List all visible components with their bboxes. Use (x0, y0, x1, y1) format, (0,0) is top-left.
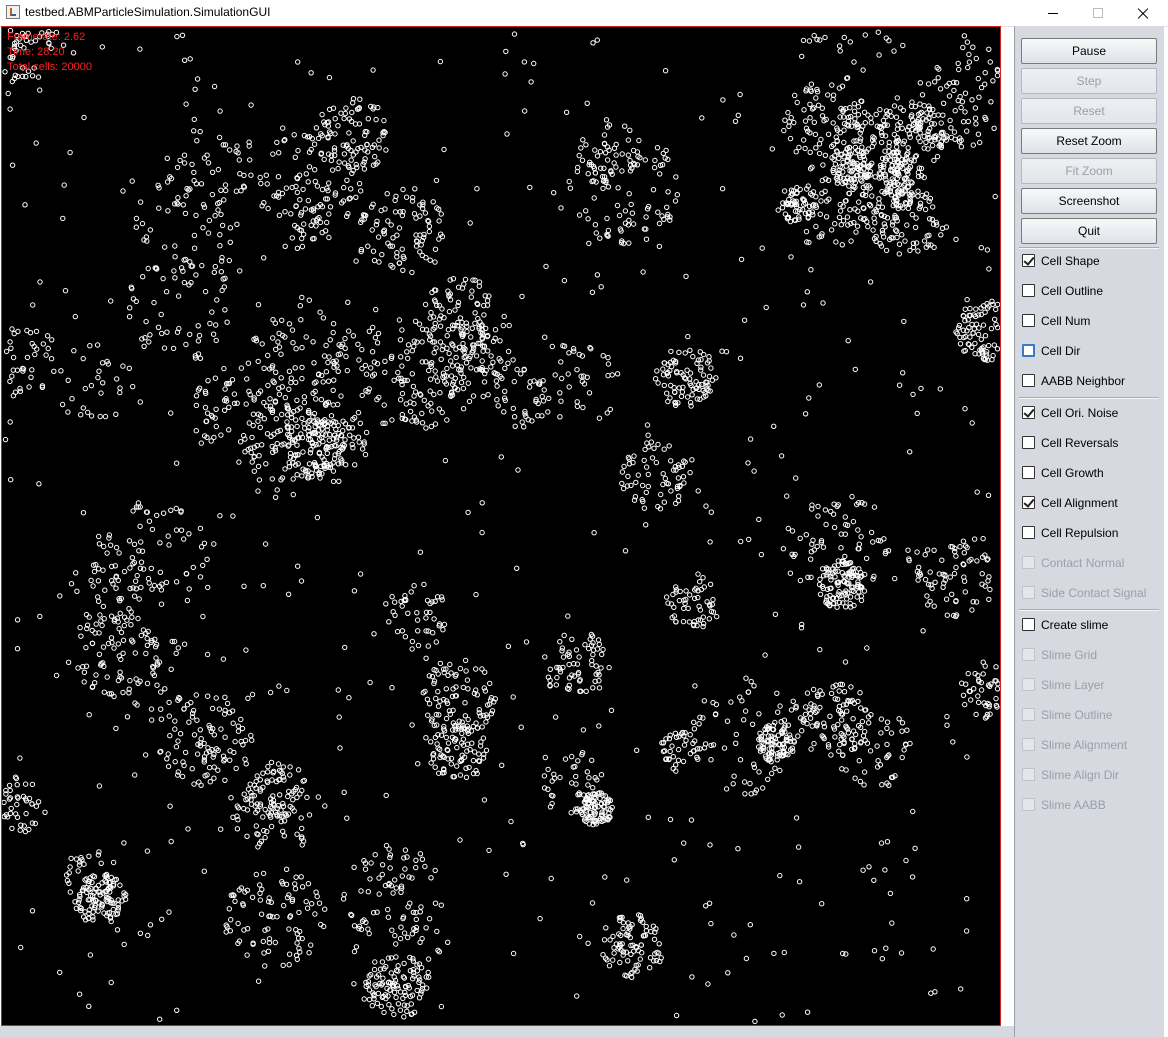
checkbox-cell-growth[interactable]: Cell Growth (1021, 463, 1161, 483)
checkbox-cell-ori-noise[interactable]: Cell Ori. Noise (1021, 403, 1161, 423)
checkbox-cell-reversals[interactable]: Cell Reversals (1021, 433, 1161, 453)
checkbox-icon[interactable] (1022, 798, 1035, 811)
checkbox-label: Cell Growth (1041, 466, 1104, 480)
checkbox-label: Slime Outline (1041, 708, 1113, 722)
overlay-stats: Framerate: 2.62 Time: 28.20 Total cells:… (7, 30, 92, 75)
particle-field (2, 27, 1000, 1025)
checkbox-icon[interactable] (1022, 466, 1035, 479)
separator (1019, 247, 1159, 249)
step-button[interactable]: Step (1021, 68, 1157, 94)
checkbox-slime-align-dir[interactable]: Slime Align Dir (1021, 765, 1161, 785)
quit-button[interactable]: Quit (1021, 218, 1157, 244)
maximize-icon[interactable] (1075, 0, 1121, 26)
title-bar[interactable]: testbed.ABMParticleSimulation.Simulation… (0, 0, 1168, 27)
checkbox-side-contact-signal[interactable]: Side Contact Signal (1021, 583, 1161, 603)
checkbox-label: Cell Ori. Noise (1041, 406, 1119, 420)
checkbox-cell-repulsion[interactable]: Cell Repulsion (1021, 523, 1161, 543)
checkbox-aabb-neighbor[interactable]: AABB Neighbor (1021, 371, 1161, 391)
checkbox-icon[interactable] (1022, 314, 1035, 327)
framerate-label: Framerate: 2.62 (7, 31, 86, 43)
checkbox-icon[interactable] (1022, 648, 1035, 661)
reset-zoom-button[interactable]: Reset Zoom (1021, 128, 1157, 154)
minimize-icon[interactable] (1030, 0, 1076, 26)
checkbox-label: Cell Shape (1041, 254, 1100, 268)
checkbox-label: Slime Align Dir (1041, 768, 1120, 782)
checkbox-icon[interactable] (1022, 678, 1035, 691)
checkbox-icon[interactable] (1022, 708, 1035, 721)
pause-button[interactable]: Pause (1021, 38, 1157, 64)
checkbox-slime-alignment[interactable]: Slime Alignment (1021, 735, 1161, 755)
checkbox-slime-layer[interactable]: Slime Layer (1021, 675, 1161, 695)
screenshot-button[interactable]: Screenshot (1021, 188, 1157, 214)
checkbox-checked-icon[interactable] (1022, 254, 1035, 267)
total-cells-label: Total cells: 20000 (7, 61, 92, 73)
checkbox-icon[interactable] (1022, 738, 1035, 751)
checkbox-cell-alignment[interactable]: Cell Alignment (1021, 493, 1161, 513)
checkbox-create-slime[interactable]: Create slime (1021, 615, 1161, 635)
checkbox-icon[interactable] (1022, 344, 1035, 357)
window-title: testbed.ABMParticleSimulation.Simulation… (25, 5, 271, 19)
checkbox-label: AABB Neighbor (1041, 374, 1126, 388)
checkbox-label: Cell Reversals (1041, 436, 1119, 450)
checkbox-label: Slime AABB (1041, 798, 1106, 812)
checkbox-slime-grid[interactable]: Slime Grid (1021, 645, 1161, 665)
close-icon[interactable] (1120, 0, 1166, 26)
checkbox-slime-aabb[interactable]: Slime AABB (1021, 795, 1161, 815)
checkbox-label: Slime Layer (1041, 678, 1105, 692)
checkbox-cell-outline[interactable]: Cell Outline (1021, 281, 1161, 301)
checkbox-cell-num[interactable]: Cell Num (1021, 311, 1161, 331)
separator (1019, 609, 1159, 611)
checkbox-label: Cell Dir (1041, 344, 1081, 358)
checkbox-contact-normal[interactable]: Contact Normal (1021, 553, 1161, 573)
control-panel: Pause Step Reset Reset Zoom Fit Zoom Scr… (1014, 26, 1164, 1037)
bottom-strip (0, 1026, 1014, 1037)
checkbox-checked-icon[interactable] (1022, 406, 1035, 419)
checkbox-icon[interactable] (1022, 374, 1035, 387)
checkbox-icon[interactable] (1022, 618, 1035, 631)
checkbox-icon[interactable] (1022, 768, 1035, 781)
fit-zoom-button[interactable]: Fit Zoom (1021, 158, 1157, 184)
checkbox-slime-outline[interactable]: Slime Outline (1021, 705, 1161, 725)
checkbox-icon[interactable] (1022, 556, 1035, 569)
checkbox-label: Slime Alignment (1041, 738, 1128, 752)
separator (1019, 397, 1159, 399)
checkbox-icon[interactable] (1022, 284, 1035, 297)
checkbox-label: Slime Grid (1041, 648, 1098, 662)
checkbox-cell-dir[interactable]: Cell Dir (1021, 341, 1161, 361)
checkbox-label: Create slime (1041, 618, 1109, 632)
checkbox-checked-icon[interactable] (1022, 496, 1035, 509)
checkbox-icon[interactable] (1022, 436, 1035, 449)
reset-button[interactable]: Reset (1021, 98, 1157, 124)
checkbox-label: Cell Alignment (1041, 496, 1118, 510)
checkbox-label: Cell Num (1041, 314, 1091, 328)
checkbox-cell-shape[interactable]: Cell Shape (1021, 251, 1161, 271)
time-label: Time: 28.20 (7, 46, 65, 58)
checkbox-label: Contact Normal (1041, 556, 1125, 570)
checkbox-icon[interactable] (1022, 526, 1035, 539)
checkbox-label: Cell Outline (1041, 284, 1104, 298)
checkbox-icon[interactable] (1022, 586, 1035, 599)
java-app-icon (6, 5, 20, 19)
checkbox-label: Side Contact Signal (1041, 586, 1147, 600)
simulation-canvas[interactable]: Framerate: 2.62 Time: 28.20 Total cells:… (1, 26, 1001, 1026)
checkbox-label: Cell Repulsion (1041, 526, 1119, 540)
